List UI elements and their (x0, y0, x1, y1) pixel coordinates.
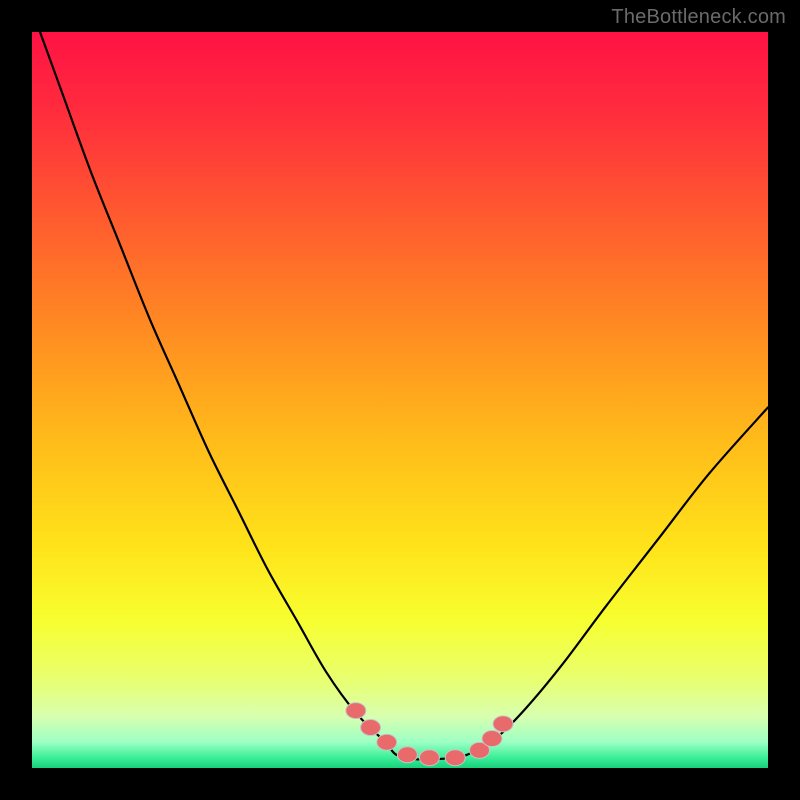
chart-frame: TheBottleneck.com (0, 0, 800, 800)
highlight-markers (346, 703, 513, 766)
marker-point (377, 734, 397, 750)
marker-point (361, 720, 381, 736)
watermark-text: TheBottleneck.com (611, 6, 786, 29)
plot-area (32, 32, 768, 768)
bottleneck-curve (32, 32, 768, 760)
marker-point (346, 703, 366, 719)
curve-layer (32, 32, 768, 768)
marker-point (445, 750, 465, 766)
marker-point (397, 747, 417, 763)
marker-point (419, 750, 439, 766)
marker-point (493, 716, 513, 732)
marker-point (482, 731, 502, 747)
